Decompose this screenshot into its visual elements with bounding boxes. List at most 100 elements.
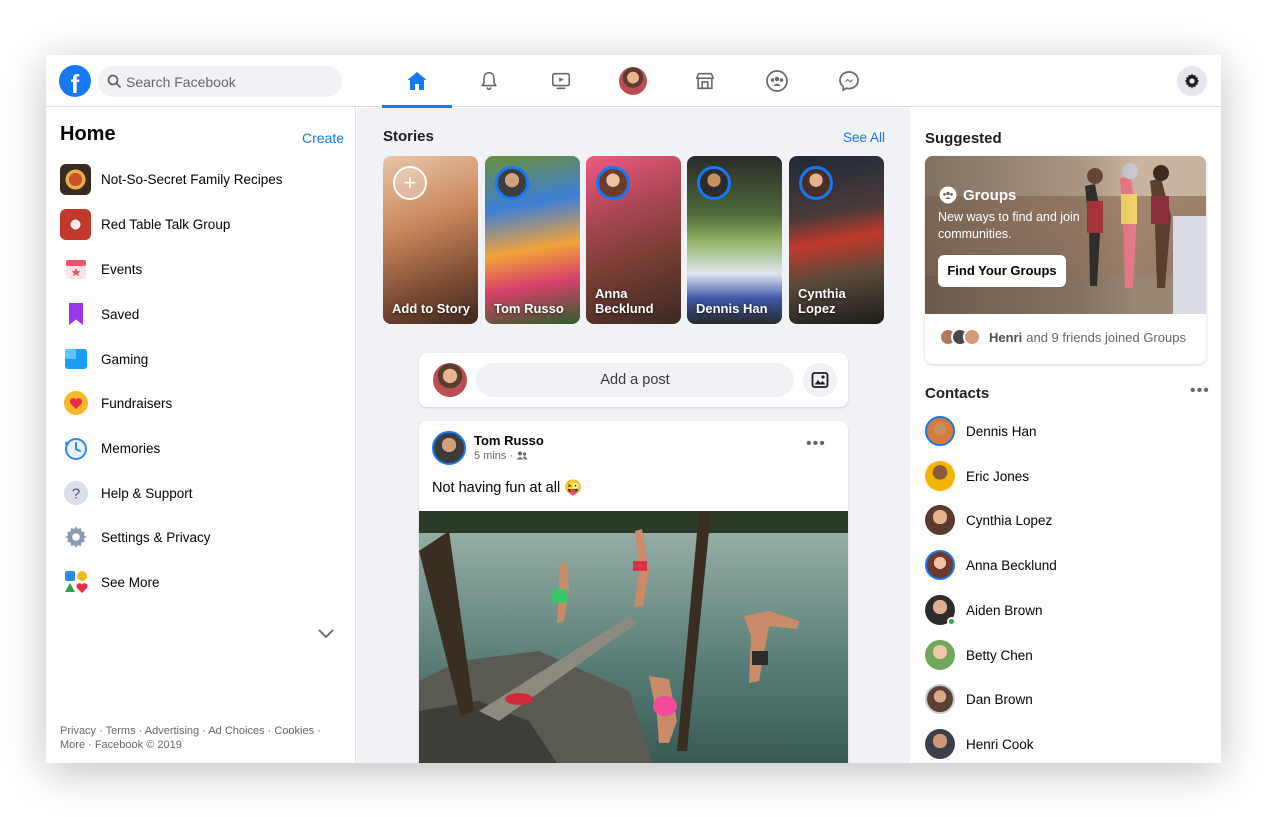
sidebar-item-gaming[interactable]: Gaming [60,341,340,377]
more-options-button[interactable]: ••• [806,436,826,452]
photo-icon [811,372,829,388]
tab-home[interactable] [382,55,452,108]
post-text: Not having fun at all 😜 [432,479,582,496]
contact-name: Cynthia Lopez [966,512,1053,528]
avatar [925,640,955,670]
contact-item[interactable]: Dan Brown [925,681,1205,717]
friends-joined-text: and 9 friends joined Groups [1026,329,1186,345]
search-box[interactable] [98,66,342,97]
story-card[interactable]: Dennis Han [687,156,782,324]
create-link[interactable]: Create [302,130,344,146]
stories-title: Stories [383,128,434,145]
story-card[interactable]: Anna Becklund [586,156,681,324]
profile-avatar [619,67,647,95]
see-all-link[interactable]: See All [843,130,885,145]
sidebar-item-memories[interactable]: Memories [60,430,340,466]
contact-name: Dan Brown [966,691,1033,707]
group-photo-icon [60,208,91,240]
post-time: 5 mins · [474,450,514,462]
sidebar-item-label: Memories [101,440,161,456]
sidebar-item-fundraisers[interactable]: Fundraisers [60,385,340,421]
groups-suggestion-card: Groups New ways to find and join communi… [925,156,1206,364]
online-status-dot [947,617,956,626]
question-icon: ? [60,478,91,509]
friends-audience-icon [516,451,528,460]
tab-groups[interactable] [742,55,812,107]
sidebar-item-settings-privacy[interactable]: Settings & Privacy [60,519,340,555]
avatar [925,416,955,446]
contact-item[interactable]: Aiden Brown [925,592,1205,628]
footer-links[interactable]: Privacy · Terms · Advertising · Ad Choic… [60,724,340,752]
messenger-icon [839,71,859,92]
marketplace-icon [695,72,715,90]
post-meta: 5 mins · [474,450,528,462]
add-post-button[interactable]: Add a post [476,363,794,397]
avatar [925,461,955,491]
contact-item[interactable]: Eric Jones [925,458,1205,494]
search-icon [107,74,121,88]
sidebar-item-family-recipes[interactable]: Not-So-Secret Family Recipes [60,161,340,197]
facebook-logo-letter: f [70,69,80,97]
home-title: Home [60,123,116,145]
groups-heading: Groups [939,186,1016,204]
groups-icon [939,186,957,204]
tab-notifications[interactable] [454,55,524,107]
tab-profile[interactable] [598,55,668,107]
sidebar-item-help-support[interactable]: ? Help & Support [60,475,340,511]
story-name: Anna Becklund [595,286,654,316]
sidebar-item-events[interactable]: Events [60,251,340,287]
sidebar-item-saved[interactable]: Saved [60,296,340,332]
find-your-groups-button[interactable]: Find Your Groups [938,255,1066,287]
tab-watch[interactable] [526,55,596,107]
left-sidebar: Home Create Not-So-Secret Family Recipes… [46,108,356,763]
contact-item[interactable]: Dennis Han [925,413,1205,449]
contact-name: Henri Cook [966,736,1034,752]
clock-icon [60,433,91,464]
chevron-down-icon[interactable] [318,629,334,639]
contact-item[interactable]: Henri Cook [925,726,1205,762]
facebook-logo[interactable]: f [59,65,91,97]
contacts-options-button[interactable]: ••• [1190,383,1210,399]
contact-name: Aiden Brown [966,602,1043,618]
post-text-body: Not having fun at all [432,480,561,496]
post-photo[interactable] [419,511,848,763]
group-photo-icon [60,163,91,195]
story-card[interactable]: Tom Russo [485,156,580,324]
story-card-add[interactable]: + Add to Story [383,156,478,324]
story-card[interactable]: Cynthia Lopez [789,156,884,324]
avatar [925,505,955,535]
bell-icon [481,71,497,91]
story-avatar [495,166,529,200]
gaming-icon [60,344,91,375]
news-feed: Stories See All + Add to Story Tom Russo… [357,108,910,763]
sidebar-item-label: See More [101,574,160,590]
calendar-star-icon [60,254,91,285]
contact-item[interactable]: Cynthia Lopez [925,502,1205,538]
sidebar-item-red-table-talk[interactable]: Red Table Talk Group [60,206,340,242]
story-avatar [799,166,833,200]
contact-item[interactable]: Anna Becklund [925,547,1205,583]
avatar [925,595,956,626]
story-name: Add to Story [392,301,470,316]
plus-icon: + [393,166,427,200]
winking-tongue-emoji: 😜 [564,480,583,496]
feed-post: Tom Russo 5 mins · ••• Not having fun at… [419,421,848,763]
avatar [925,729,955,759]
tab-marketplace[interactable] [670,55,740,107]
sidebar-item-label: Fundraisers [101,395,173,411]
add-photo-button[interactable] [803,363,837,397]
avatar[interactable] [432,431,466,465]
suggested-title: Suggested [925,130,1002,147]
contact-item[interactable]: Betty Chen [925,637,1205,673]
top-navigation-bar: f [46,55,1221,108]
settings-button[interactable] [1177,66,1207,96]
bookmark-icon [60,299,91,330]
search-input[interactable] [126,66,336,97]
tab-messenger[interactable] [814,55,884,107]
post-author[interactable]: Tom Russo [474,433,544,448]
avatar [925,550,955,580]
sidebar-item-see-more[interactable]: See More [60,564,340,600]
gear-icon [1184,73,1200,89]
avatar [925,684,955,714]
groups-friends-row[interactable]: Henri and 9 friends joined Groups [939,328,1186,346]
